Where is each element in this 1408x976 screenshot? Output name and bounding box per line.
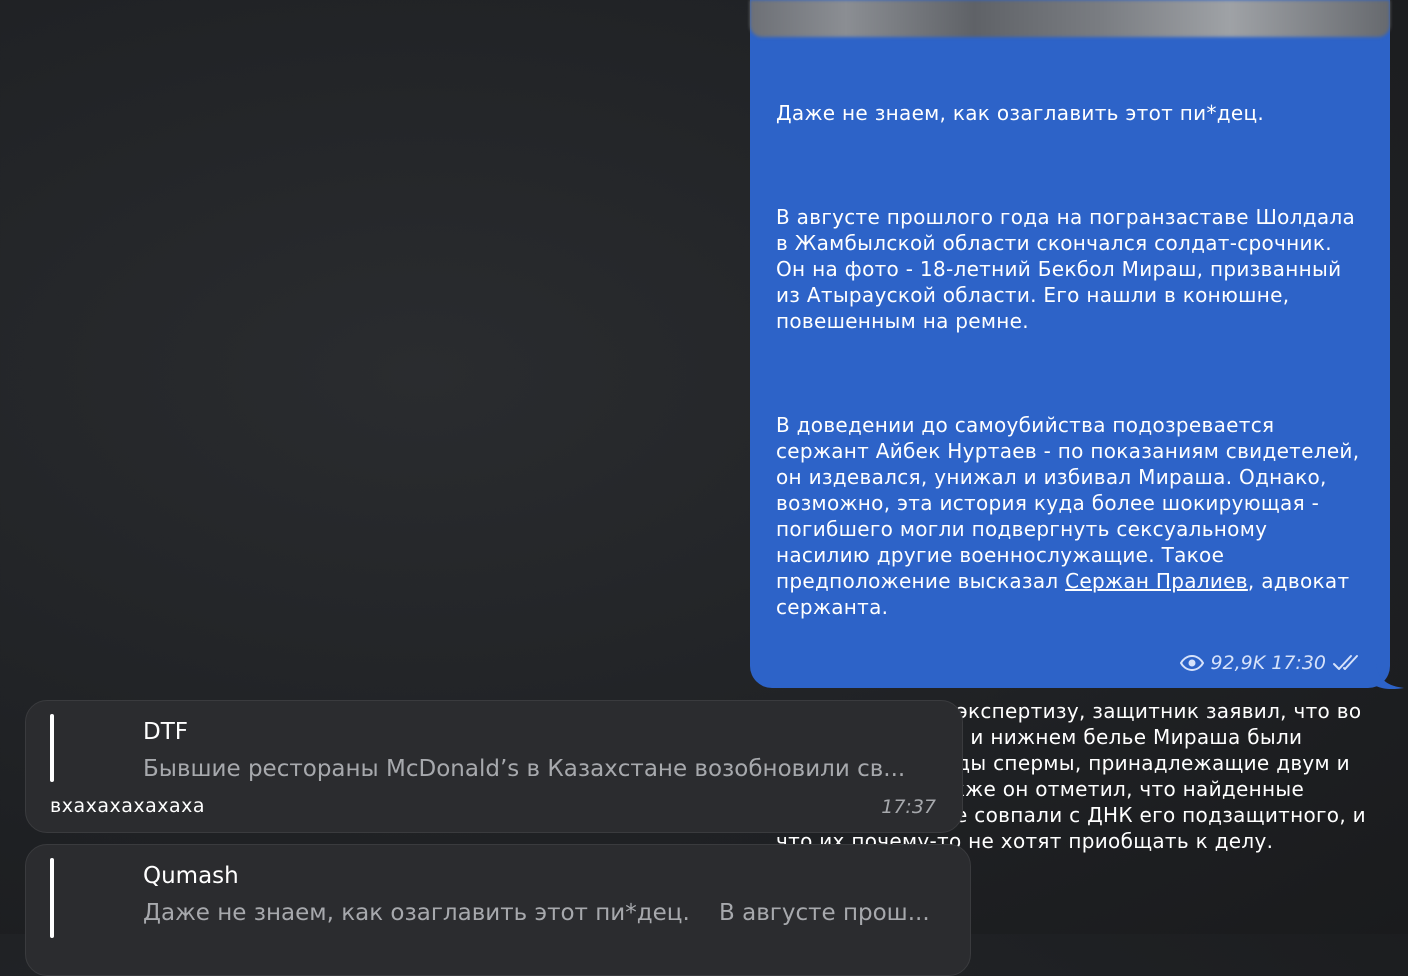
reply-quote-bar: [50, 714, 54, 782]
reply-snippet[interactable]: Даже не знаем, как озаглавить этот пи*де…: [143, 898, 951, 928]
message-text: вхахахахахаха: [50, 795, 206, 817]
eye-icon: [1180, 655, 1205, 671]
reply-snippet[interactable]: Бывшие рестораны McDonald’s в Казахстане…: [143, 754, 943, 784]
post-paragraph-text: В доведении до самоубийства подозреваетс…: [776, 413, 1367, 593]
post-paragraph: В августе прошлого года на погранзаставе…: [776, 205, 1362, 333]
incoming-message[interactable]: DTF Бывшие рестораны McDonald’s в Казахс…: [25, 700, 963, 833]
post-time: 17:30: [1271, 652, 1326, 674]
post-paragraph: В доведении до самоубийства подозреваетс…: [776, 412, 1366, 620]
reply-author[interactable]: DTF: [143, 717, 188, 747]
incoming-message[interactable]: Qumash Даже не знаем, как озаглавить это…: [25, 844, 971, 976]
bubble-tail: [1376, 664, 1404, 690]
post-meta: 92,9K 17:30: [1180, 650, 1362, 676]
lawyer-link[interactable]: Сержан Пралиев: [1065, 569, 1248, 593]
reply-quote-bar: [50, 858, 54, 938]
post-photo-preview[interactable]: [750, 0, 1390, 37]
post-paragraph: Даже не знаем, как озаглавить этот пи*де…: [776, 101, 1265, 125]
views-count: 92,9K: [1210, 652, 1266, 674]
double-check-icon: [1332, 654, 1362, 672]
message-time: 17:37: [881, 796, 936, 818]
outgoing-post-bubble[interactable]: Даже не знаем, как озаглавить этот пи*де…: [750, 0, 1390, 853]
reply-author[interactable]: Qumash: [143, 861, 239, 891]
